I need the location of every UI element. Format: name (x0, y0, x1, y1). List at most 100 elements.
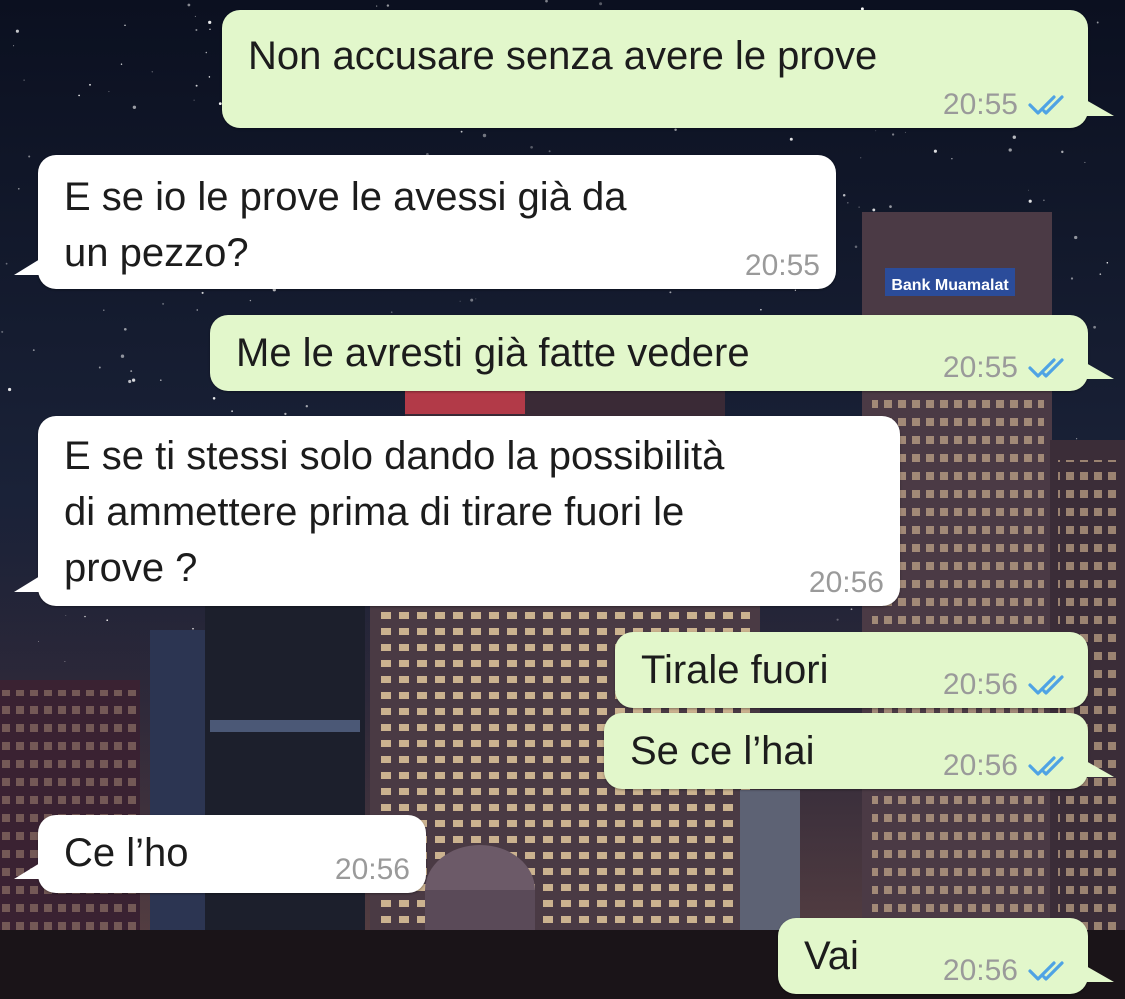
star (475, 298, 477, 300)
star (854, 245, 858, 249)
star (120, 354, 125, 358)
star (794, 289, 797, 291)
bubble-tail (14, 259, 40, 275)
star (193, 99, 195, 101)
message-incoming[interactable]: Ce l’ho 20:56 (14, 815, 426, 893)
star (89, 83, 91, 86)
message-outgoing[interactable]: Vai 20:56 (778, 918, 1114, 994)
message-time: 20:56 (942, 668, 1018, 701)
star (151, 71, 154, 73)
star (209, 28, 211, 31)
star (15, 29, 19, 33)
star (889, 205, 892, 208)
star (103, 309, 105, 311)
star (951, 158, 953, 160)
star (128, 379, 132, 384)
message-outgoing[interactable]: Tirale fuori 20:56 (615, 632, 1088, 708)
star (208, 76, 211, 78)
message-outgoing[interactable]: Me le avresti già fatte vedere 20:55 (210, 315, 1114, 391)
message-meta: 20:55 (943, 88, 1072, 122)
star (32, 349, 35, 352)
star (249, 299, 252, 302)
message-meta: 20:56 (943, 749, 1072, 783)
double-check-read-icon (1028, 358, 1064, 378)
message-meta: 20:55 (943, 351, 1072, 385)
message-time: 20:56 (334, 853, 410, 886)
star (470, 298, 474, 302)
star (1061, 150, 1064, 154)
message-incoming[interactable]: E se io le prove le avessi già da un pez… (14, 155, 836, 289)
star (674, 128, 677, 131)
bank-sign: Bank Muamalat (891, 277, 1009, 294)
star (208, 20, 212, 25)
bubble-tail (1086, 363, 1114, 379)
message-time: 20:55 (744, 249, 820, 282)
message-meta: 20:56 (809, 566, 884, 600)
star (187, 3, 191, 7)
message-time: 20:56 (942, 749, 1018, 782)
message-text: Me le avresti già fatte vedere (236, 331, 750, 375)
star (133, 379, 135, 381)
star (789, 137, 793, 141)
star (760, 308, 762, 311)
star (1096, 21, 1099, 24)
double-check-read-icon (1028, 756, 1064, 776)
star (8, 387, 12, 392)
star (872, 208, 876, 212)
bubble-tail (1086, 966, 1114, 982)
star (530, 145, 533, 149)
star (933, 149, 937, 153)
star (130, 370, 133, 373)
star (1027, 189, 1029, 191)
star (846, 201, 849, 204)
message-time: 20:55 (942, 351, 1018, 384)
message-text: E se io le prove le avessi già da un pez… (64, 175, 627, 275)
message-outgoing[interactable]: Se ce l’hai 20:56 (604, 713, 1114, 789)
star (599, 2, 603, 6)
star (201, 291, 204, 294)
message-text: E se ti stessi solo dando la possibilità… (64, 434, 725, 590)
star (858, 206, 860, 208)
double-check-read-icon (1028, 961, 1064, 981)
star (284, 412, 287, 416)
star (196, 309, 198, 311)
star (195, 29, 198, 31)
double-check-read-icon (1028, 675, 1064, 695)
message-meta: 20:56 (335, 853, 410, 887)
message-meta: 20:55 (745, 249, 820, 283)
star (78, 94, 80, 97)
star (548, 150, 551, 153)
star (195, 84, 198, 87)
star (1012, 135, 1016, 139)
star (1106, 262, 1109, 264)
star (120, 63, 123, 65)
bubble-tail (14, 576, 40, 592)
star (376, 5, 378, 7)
star (17, 187, 20, 190)
star (1099, 273, 1102, 275)
star (1093, 325, 1096, 329)
message-incoming[interactable]: E se ti stessi solo dando la possibilità… (14, 416, 900, 606)
star (108, 91, 110, 93)
message-outgoing[interactable]: Non accusare senza avere le prove 20:55 (222, 10, 1114, 128)
star (1070, 277, 1074, 280)
star (28, 155, 31, 158)
message-meta: 20:56 (943, 954, 1072, 988)
star (460, 130, 463, 133)
star (842, 194, 846, 197)
bubble-tail (1086, 100, 1114, 116)
star (1074, 235, 1078, 240)
message-meta: 20:56 (943, 668, 1072, 702)
star (13, 45, 15, 47)
star (482, 133, 487, 138)
star (132, 105, 137, 109)
star (23, 79, 25, 81)
star (205, 51, 208, 54)
double-check-read-icon (1028, 95, 1064, 115)
message-time: 20:56 (942, 954, 1018, 987)
star (124, 24, 126, 26)
star (860, 157, 862, 159)
star (231, 410, 233, 413)
star (1028, 199, 1032, 203)
star (904, 131, 906, 133)
